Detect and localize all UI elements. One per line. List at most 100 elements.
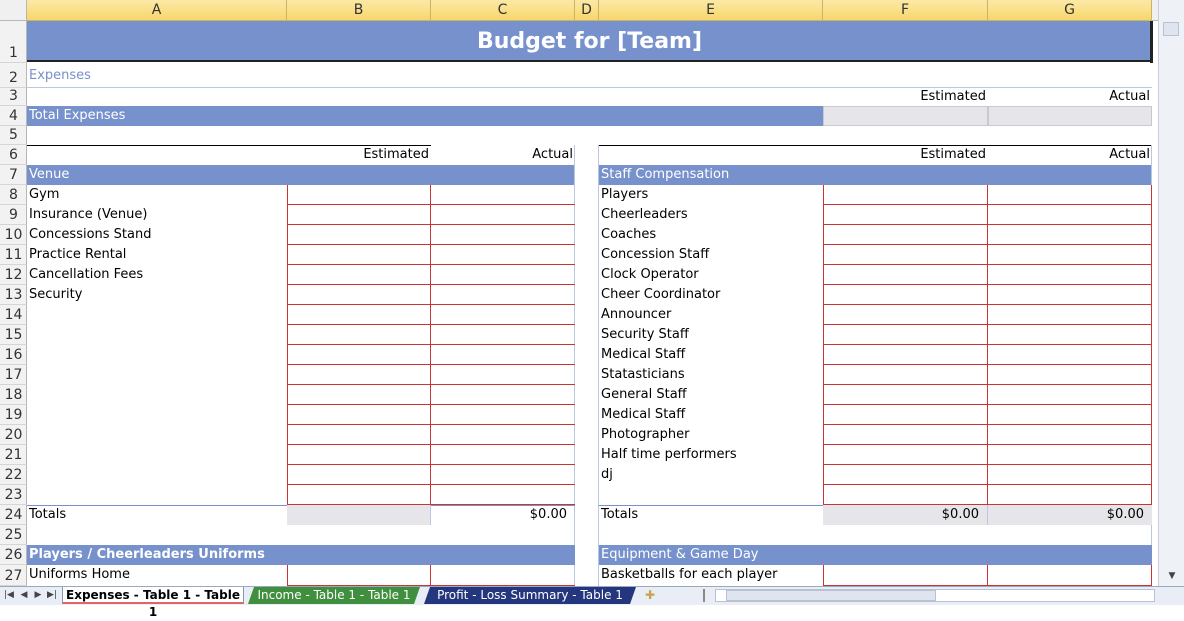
staff-total-actual[interactable]: $0.00 bbox=[988, 505, 1152, 525]
staff-item[interactable]: Statasticians bbox=[599, 365, 823, 385]
staff-item[interactable]: Cheerleaders bbox=[599, 205, 823, 225]
column-header-b[interactable]: B bbox=[287, 0, 431, 21]
sheet-tab-income[interactable]: Income - Table 1 - Table 1 bbox=[248, 587, 420, 604]
row-header[interactable]: 15 bbox=[0, 325, 27, 345]
staff-item[interactable]: Photographer bbox=[599, 425, 823, 445]
staff-total-estimated[interactable]: $0.00 bbox=[823, 505, 988, 525]
row-header[interactable]: 8 bbox=[0, 185, 27, 205]
prev-sheet-icon[interactable]: ◀ bbox=[18, 589, 30, 602]
uniforms-item[interactable]: Uniforms Home bbox=[27, 565, 287, 586]
venue-item[interactable]: Practice Rental bbox=[27, 245, 287, 265]
staff-item[interactable]: Security Staff bbox=[599, 325, 823, 345]
row-header[interactable]: 16 bbox=[0, 345, 27, 365]
staff-item[interactable]: Concession Staff bbox=[599, 245, 823, 265]
row-header[interactable]: 4 bbox=[0, 106, 27, 126]
row-header[interactable]: 17 bbox=[0, 365, 27, 385]
insert-sheet-icon[interactable]: ✚ bbox=[640, 587, 660, 604]
select-all-corner[interactable] bbox=[0, 0, 27, 21]
venue-total-estimated[interactable] bbox=[287, 505, 431, 525]
row-header[interactable]: 19 bbox=[0, 405, 27, 425]
column-header-c[interactable]: C bbox=[431, 0, 575, 21]
venue-grid-divider bbox=[430, 185, 431, 505]
staff-actual-header[interactable]: Actual bbox=[988, 145, 1152, 165]
staff-section-header[interactable]: Staff Compensation bbox=[599, 165, 1152, 185]
sheet-tab-profit-loss[interactable]: Profit - Loss Summary - Table 1 bbox=[424, 587, 636, 604]
tab-split-handle[interactable] bbox=[703, 589, 711, 602]
row-header[interactable]: 12 bbox=[0, 265, 27, 285]
uniforms-grid-divider bbox=[430, 565, 431, 586]
scroll-thumb[interactable] bbox=[1163, 22, 1179, 36]
staff-totals-label[interactable]: Totals bbox=[599, 505, 823, 525]
row-header[interactable]: 26 bbox=[0, 545, 27, 565]
next-sheet-icon[interactable]: ▶ bbox=[32, 589, 44, 602]
row-header[interactable]: 25 bbox=[0, 525, 27, 545]
venue-item[interactable]: Insurance (Venue) bbox=[27, 205, 287, 225]
sheet-tab-expenses[interactable]: Expenses - Table 1 - Table 1 bbox=[62, 587, 244, 619]
row-header[interactable]: 24 bbox=[0, 505, 27, 525]
row-header[interactable]: 11 bbox=[0, 245, 27, 265]
row-header[interactable]: 27 bbox=[0, 565, 27, 586]
venue-section-header[interactable]: Venue bbox=[27, 165, 575, 185]
first-sheet-icon[interactable]: |◀ bbox=[3, 589, 15, 602]
staff-item[interactable]: Players bbox=[599, 185, 823, 205]
venue-item[interactable]: Security bbox=[27, 285, 287, 305]
staff-item[interactable]: Half time performers bbox=[599, 445, 823, 465]
column-header-a[interactable]: A bbox=[27, 0, 287, 21]
staff-item[interactable]: Medical Staff bbox=[599, 405, 823, 425]
vertical-scrollbar[interactable]: ▼ bbox=[1158, 0, 1184, 586]
staff-item[interactable]: Cheer Coordinator bbox=[599, 285, 823, 305]
estimated-header[interactable]: Estimated bbox=[823, 88, 988, 106]
venue-totals-label[interactable]: Totals bbox=[27, 505, 287, 525]
column-header-f[interactable]: F bbox=[823, 0, 988, 21]
row-header[interactable]: 13 bbox=[0, 285, 27, 305]
selection-border bbox=[1150, 21, 1153, 63]
row-header[interactable]: 21 bbox=[0, 445, 27, 465]
column-header-d[interactable]: D bbox=[575, 0, 599, 21]
uniforms-entry-grid[interactable] bbox=[287, 565, 575, 586]
row-header[interactable]: 1 bbox=[0, 21, 27, 63]
staff-item[interactable]: Announcer bbox=[599, 305, 823, 325]
equipment-section-header[interactable]: Equipment & Game Day bbox=[599, 545, 1152, 565]
equipment-grid-divider bbox=[987, 565, 988, 586]
venue-item[interactable]: Concessions Stand bbox=[27, 225, 287, 245]
row-header[interactable]: 10 bbox=[0, 225, 27, 245]
page-title[interactable]: Budget for [Team] bbox=[27, 21, 1152, 62]
row-header[interactable]: 9 bbox=[0, 205, 27, 225]
column-header-e[interactable]: E bbox=[599, 0, 823, 21]
staff-item[interactable]: Coaches bbox=[599, 225, 823, 245]
expenses-label[interactable]: Expenses bbox=[27, 68, 227, 88]
total-expenses-estimated[interactable] bbox=[823, 106, 988, 126]
total-expenses-label[interactable]: Total Expenses bbox=[27, 106, 823, 126]
actual-header[interactable]: Actual bbox=[988, 88, 1152, 106]
staff-item[interactable]: dj bbox=[599, 465, 823, 485]
row-header[interactable]: 5 bbox=[0, 126, 27, 145]
horizontal-scrollbar[interactable] bbox=[715, 589, 1155, 602]
scroll-down-icon[interactable]: ▼ bbox=[1165, 570, 1179, 582]
row-header[interactable]: 14 bbox=[0, 305, 27, 325]
staff-grid-right bbox=[1151, 185, 1152, 505]
row-header[interactable]: 2 bbox=[0, 63, 27, 88]
row-header[interactable]: 22 bbox=[0, 465, 27, 485]
equipment-item[interactable]: Basketballs for each player bbox=[599, 565, 823, 586]
staff-estimated-header[interactable]: Estimated bbox=[823, 145, 988, 165]
row-header[interactable]: 20 bbox=[0, 425, 27, 445]
last-sheet-icon[interactable]: ▶| bbox=[46, 589, 58, 602]
staff-item[interactable]: General Staff bbox=[599, 385, 823, 405]
venue-actual-header[interactable]: Actual bbox=[431, 145, 575, 165]
staff-item[interactable]: Medical Staff bbox=[599, 345, 823, 365]
venue-entry-grid[interactable] bbox=[287, 185, 575, 505]
total-expenses-actual[interactable] bbox=[988, 106, 1152, 126]
row-header[interactable]: 7 bbox=[0, 165, 27, 185]
uniforms-section-header[interactable]: Players / Cheerleaders Uniforms bbox=[27, 545, 575, 565]
row-header[interactable]: 6 bbox=[0, 145, 27, 165]
venue-total-actual[interactable]: $0.00 bbox=[431, 505, 575, 525]
row-header[interactable]: 23 bbox=[0, 485, 27, 505]
venue-estimated-header[interactable]: Estimated bbox=[287, 145, 431, 165]
column-header-g[interactable]: G bbox=[988, 0, 1152, 21]
venue-item[interactable]: Gym bbox=[27, 185, 287, 205]
venue-item[interactable]: Cancellation Fees bbox=[27, 265, 287, 285]
row-header[interactable]: 3 bbox=[0, 88, 27, 106]
staff-item[interactable]: Clock Operator bbox=[599, 265, 823, 285]
row-header[interactable]: 18 bbox=[0, 385, 27, 405]
horizontal-scroll-thumb[interactable] bbox=[726, 590, 936, 601]
